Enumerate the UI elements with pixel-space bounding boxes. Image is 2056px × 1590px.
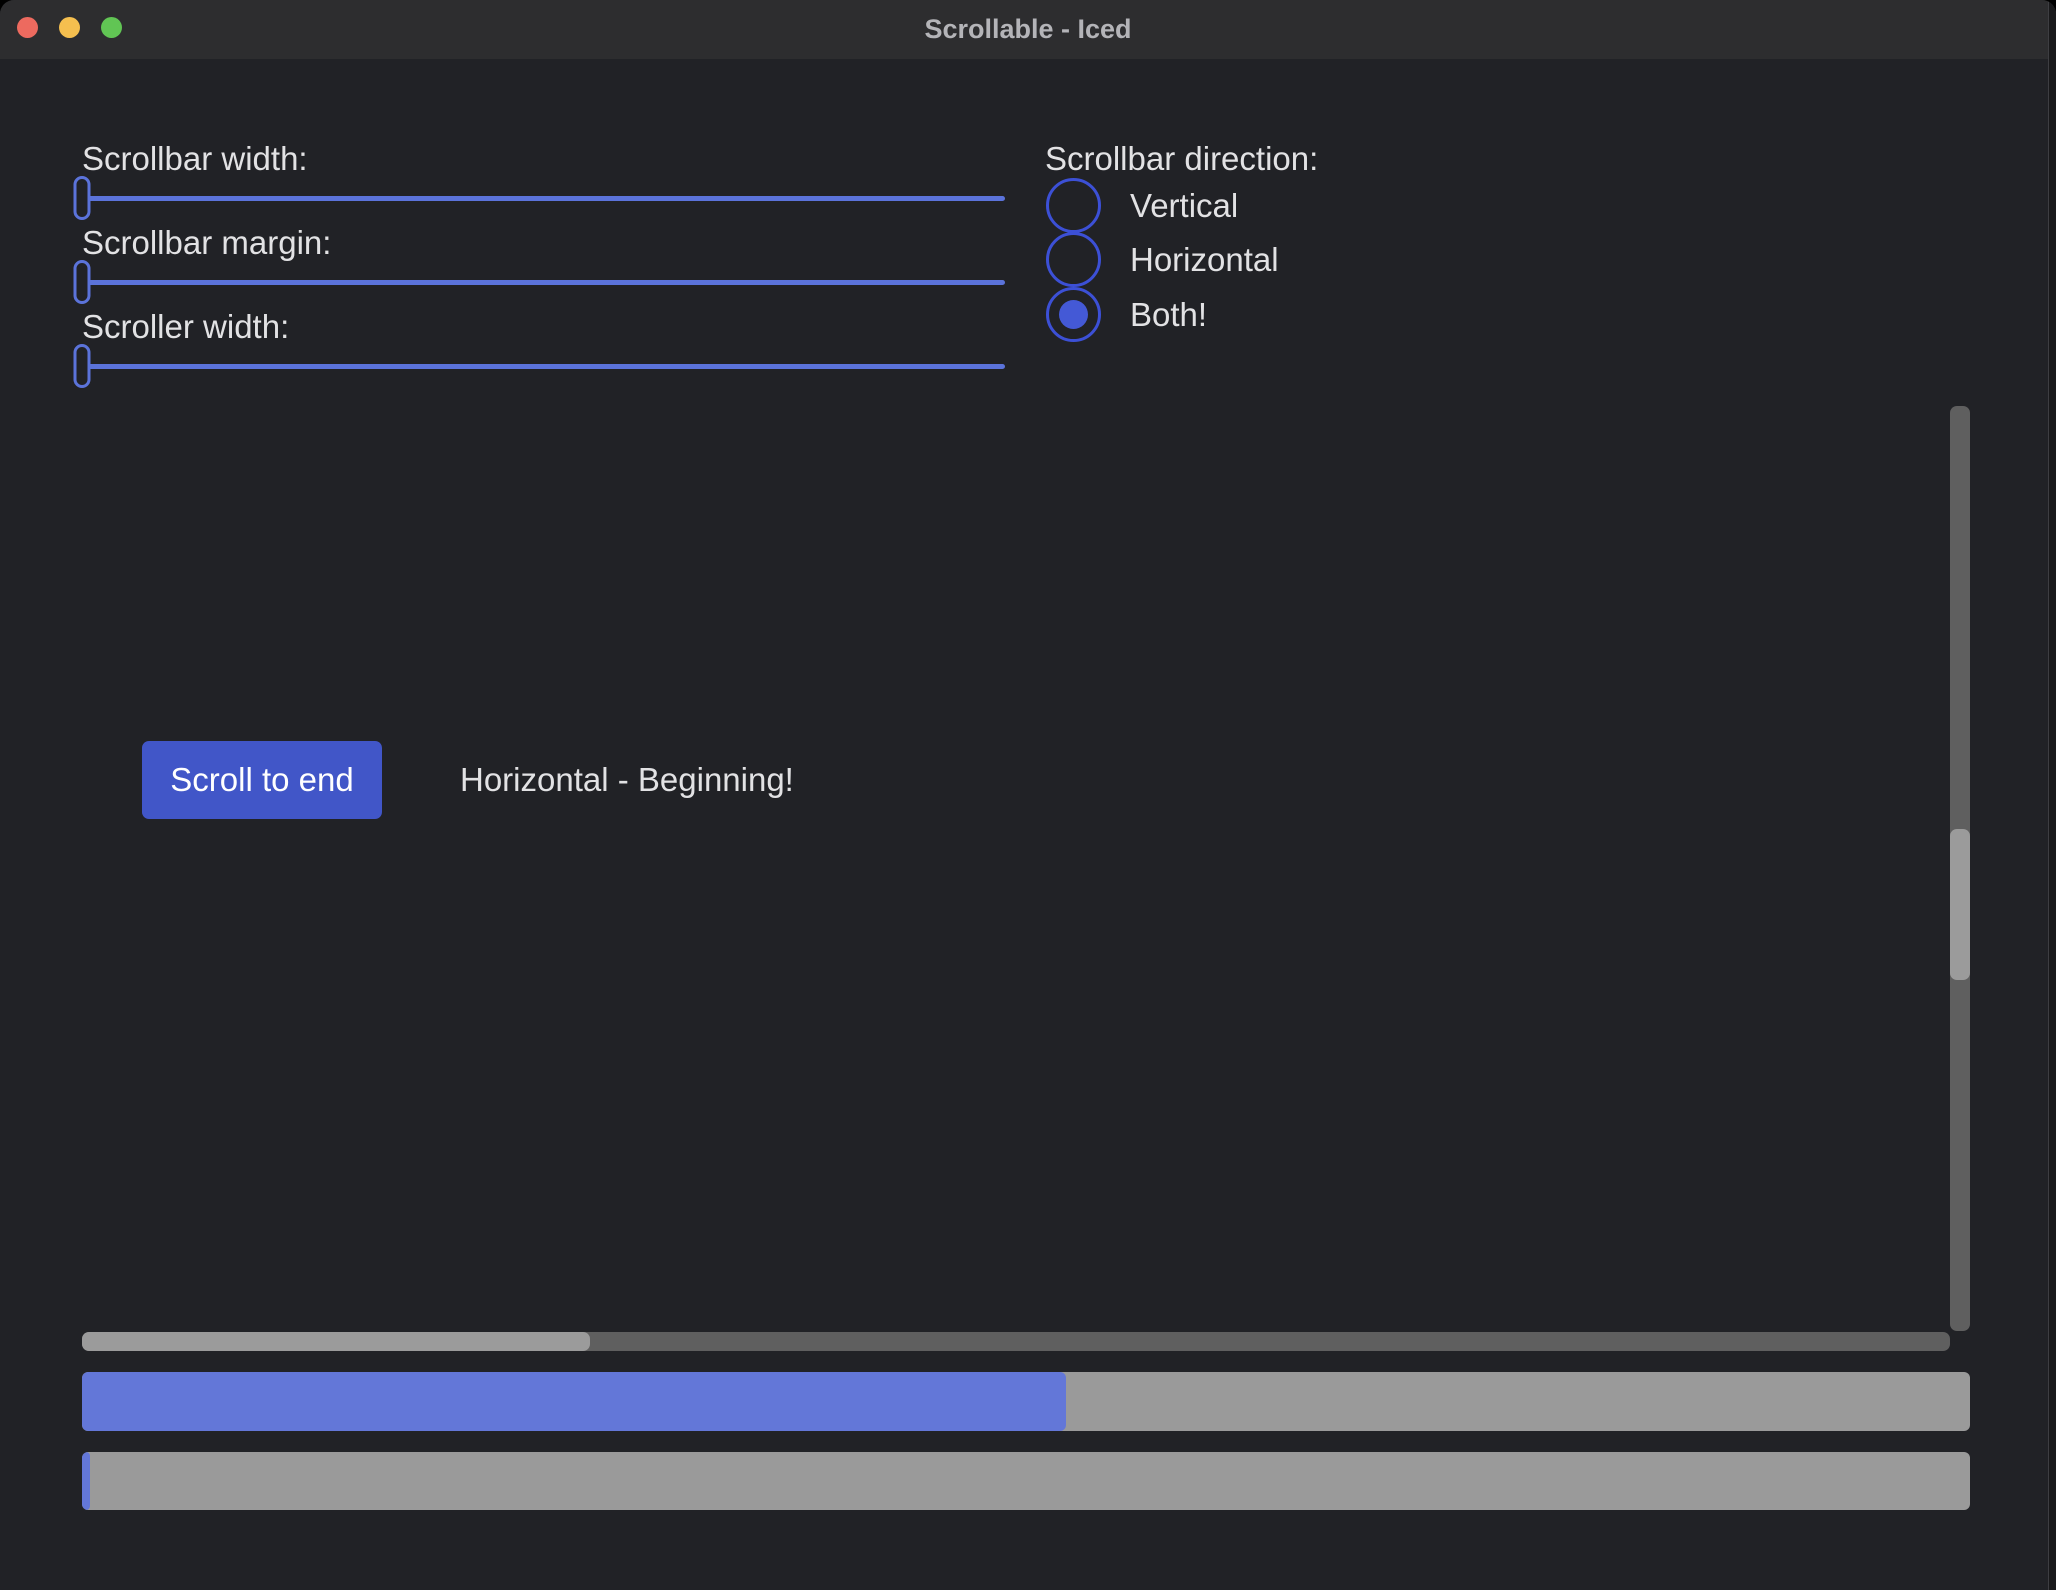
vertical-scroller[interactable] <box>1950 829 1970 981</box>
scrollbar-direction-label: Scrollbar direction: <box>1045 139 1318 179</box>
radio-circle-icon[interactable] <box>1046 232 1101 287</box>
radio-horizontal[interactable]: Horizontal <box>1046 232 1279 287</box>
radio-circle-icon[interactable] <box>1046 178 1101 233</box>
radio-circle-icon[interactable] <box>1046 287 1101 342</box>
app-window: Scrollable - Iced Scrollbar width: Scrol… <box>0 0 2056 1590</box>
slider-rail[interactable] <box>82 280 1005 285</box>
radio-vertical-label[interactable]: Vertical <box>1130 186 1238 226</box>
radio-both[interactable]: Both! <box>1046 287 1207 342</box>
slider-handle[interactable] <box>74 176 91 220</box>
radio-horizontal-label[interactable]: Horizontal <box>1130 240 1279 280</box>
radio-dot-icon <box>1059 300 1088 329</box>
titlebar: Scrollable - Iced <box>0 0 2056 59</box>
progress-fill <box>82 1452 90 1510</box>
slider-rail[interactable] <box>82 196 1005 201</box>
progress-fill <box>82 1372 1066 1431</box>
radio-vertical[interactable]: Vertical <box>1046 178 1238 233</box>
slider-rail[interactable] <box>82 364 1005 369</box>
horizontal-scrollbar[interactable] <box>82 1332 1950 1351</box>
scrollbar-margin-label: Scrollbar margin: <box>82 223 331 263</box>
vertical-progress-bar <box>82 1452 1970 1510</box>
window-right-shadow <box>2049 0 2056 1590</box>
radio-both-label[interactable]: Both! <box>1130 295 1207 335</box>
horizontal-progress-bar <box>82 1372 1970 1431</box>
scrollbar-width-label: Scrollbar width: <box>82 139 308 179</box>
slider-handle[interactable] <box>74 260 91 304</box>
vertical-scrollbar[interactable] <box>1950 406 1970 1331</box>
scroller-width-label: Scroller width: <box>82 307 289 347</box>
window-title: Scrollable - Iced <box>0 0 2056 59</box>
horizontal-scroller[interactable] <box>82 1332 590 1351</box>
scroll-status-text: Horizontal - Beginning! <box>460 741 794 819</box>
slider-handle[interactable] <box>74 344 91 388</box>
scroll-to-end-button[interactable]: Scroll to end <box>142 741 382 819</box>
